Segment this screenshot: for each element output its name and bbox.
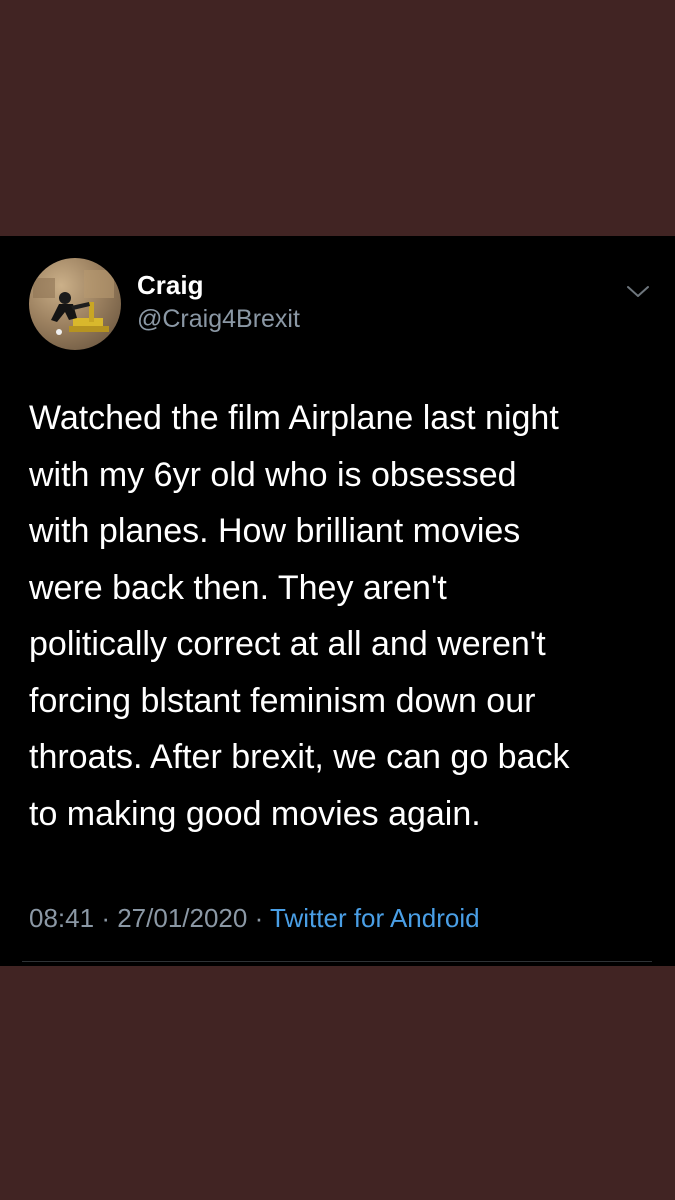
tweet-text: Watched the film Airplane last night wit… (29, 399, 570, 833)
display-name[interactable]: Craig (137, 270, 203, 301)
tweet-time: 08:41 (29, 903, 95, 933)
divider (22, 961, 652, 962)
separator: · (101, 903, 110, 933)
user-handle[interactable]: @Craig4Brexit (137, 305, 300, 334)
separator: · (254, 903, 264, 933)
source-link[interactable]: Twitter for Android (270, 903, 480, 933)
chevron-down-icon[interactable] (624, 280, 652, 302)
avatar[interactable] (29, 258, 121, 350)
tweet-date: 27/01/2020 (117, 903, 248, 933)
tweet-metadata: 08:41 · 27/01/2020 · Twitter for Android (29, 903, 480, 934)
